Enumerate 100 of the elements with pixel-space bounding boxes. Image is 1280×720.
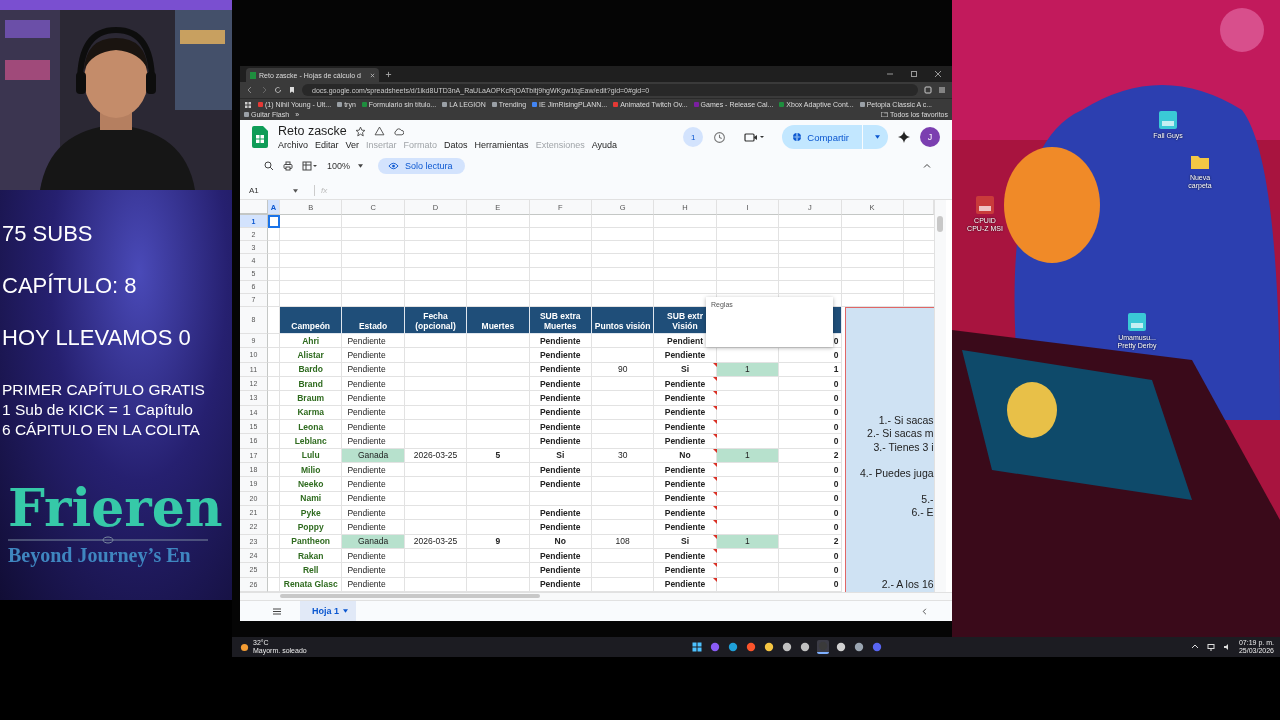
menu-item[interactable]: Editar: [315, 140, 339, 150]
note-marker[interactable]: [712, 563, 717, 568]
table-cell: Renata Glasc: [280, 577, 343, 592]
table-cell: Pendiente: [342, 462, 405, 478]
bookmark-icon[interactable]: [288, 86, 296, 94]
taskbar-app-icon[interactable]: [852, 640, 865, 654]
taskbar-app-icon[interactable]: [780, 640, 793, 654]
sheets-logo-icon[interactable]: [252, 126, 268, 148]
caret-icon[interactable]: [293, 188, 298, 193]
taskbar-app-icon[interactable]: [744, 640, 757, 654]
empty-cell: [404, 293, 468, 307]
table-cell: Pendiente: [529, 477, 592, 492]
taskbar-app-icon[interactable]: [762, 640, 775, 654]
apps-icon[interactable]: [244, 100, 252, 109]
note-marker[interactable]: [712, 362, 717, 367]
reload-icon[interactable]: [274, 86, 282, 94]
note-marker[interactable]: [712, 376, 717, 381]
close-icon[interactable]: [934, 70, 942, 78]
drive-icon[interactable]: [373, 125, 385, 137]
zoom-select[interactable]: 100%: [327, 161, 364, 171]
network-icon[interactable]: [1206, 643, 1215, 651]
avatar[interactable]: J: [920, 127, 940, 147]
minimize-icon[interactable]: [886, 70, 894, 78]
note-marker[interactable]: [712, 434, 717, 439]
menu-item[interactable]: Herramientas: [474, 140, 529, 150]
note-marker[interactable]: [712, 419, 717, 424]
empty-cell: [716, 215, 780, 229]
search-icon[interactable]: [264, 161, 274, 171]
table-cell: Pendiente: [654, 477, 717, 492]
read-only-chip[interactable]: Solo lectura: [378, 158, 465, 174]
note-marker[interactable]: [712, 505, 717, 510]
collapse-icon[interactable]: [922, 161, 932, 171]
table-cell: 0: [779, 462, 842, 478]
cloud-icon[interactable]: [392, 125, 404, 137]
print-icon[interactable]: [283, 161, 293, 171]
note-marker[interactable]: [712, 391, 717, 396]
extensions-icon[interactable]: [924, 86, 932, 94]
note-marker[interactable]: [712, 448, 717, 453]
note-marker[interactable]: [712, 405, 717, 410]
empty-cell: [404, 391, 468, 406]
header-cell: Muertes: [467, 307, 530, 334]
taskbar-app-icon[interactable]: [690, 640, 703, 654]
empty-cell: [268, 477, 280, 492]
note-marker[interactable]: [712, 477, 717, 482]
taskbar-app-icon[interactable]: [798, 640, 811, 654]
note-marker[interactable]: [712, 520, 717, 525]
menu-icon[interactable]: [272, 606, 282, 616]
selected-cell[interactable]: [268, 215, 280, 229]
taskbar-app-icon[interactable]: [834, 640, 847, 654]
empty-cell: [404, 334, 468, 349]
menu-item[interactable]: Datos: [444, 140, 468, 150]
new-tab-icon[interactable]: [384, 70, 392, 78]
maximize-icon[interactable]: [910, 70, 918, 78]
share-button[interactable]: Compartir: [782, 125, 888, 149]
viewer-count[interactable]: 1: [683, 127, 704, 147]
table-cell: Pendiente: [342, 419, 405, 435]
note-marker[interactable]: [712, 548, 717, 553]
empty-cell: [467, 254, 530, 268]
sparkle-icon[interactable]: [898, 131, 910, 143]
table-cell: Pendiente: [342, 577, 405, 592]
empty-cell: [591, 548, 655, 564]
menu-item[interactable]: Archivo: [278, 140, 308, 150]
note-marker[interactable]: [712, 491, 717, 496]
note-marker[interactable]: [712, 577, 717, 582]
format-icon[interactable]: [302, 161, 318, 171]
history-icon[interactable]: [713, 130, 727, 144]
empty-cell: [342, 267, 405, 281]
menu-item[interactable]: Ver: [345, 140, 360, 150]
empty-cell: [404, 376, 468, 392]
app-icon[interactable]: [1158, 110, 1178, 130]
empty-cell: [591, 334, 655, 349]
speaker-icon[interactable]: [1222, 643, 1231, 651]
taskbar-app-icon[interactable]: [816, 640, 829, 654]
empty-cell: [268, 280, 280, 294]
empty-cell: [280, 280, 343, 294]
video-call-icon[interactable]: [744, 132, 765, 142]
star-icon[interactable]: [354, 125, 366, 137]
app-icon[interactable]: [1127, 312, 1147, 332]
header-cell: Estado: [342, 307, 405, 334]
taskbar-app-icon[interactable]: [726, 640, 739, 654]
chevron-up-icon[interactable]: [1190, 643, 1199, 651]
empty-cell: [280, 241, 343, 255]
menu-item[interactable]: Ayuda: [591, 140, 617, 150]
back-icon[interactable]: [246, 86, 254, 94]
close-icon[interactable]: [369, 72, 375, 78]
table-cell: 2: [779, 534, 842, 549]
empty-cell: [268, 448, 280, 463]
empty-cell: [529, 280, 592, 294]
table-cell: Alistar: [280, 348, 343, 363]
table-cell: 0: [779, 505, 842, 521]
empty-cell: [841, 241, 904, 255]
app-icon[interactable]: [975, 195, 995, 215]
note-marker[interactable]: [712, 462, 717, 467]
document-title[interactable]: Reto zascke: [278, 124, 347, 138]
note-marker[interactable]: [712, 534, 717, 539]
table-cell: No: [654, 448, 717, 463]
empty-cell: [268, 534, 280, 549]
cell-reference[interactable]: A1: [249, 186, 287, 195]
sheet-tab[interactable]: Hoja 1: [300, 601, 356, 621]
weather-icon[interactable]: [240, 642, 249, 652]
